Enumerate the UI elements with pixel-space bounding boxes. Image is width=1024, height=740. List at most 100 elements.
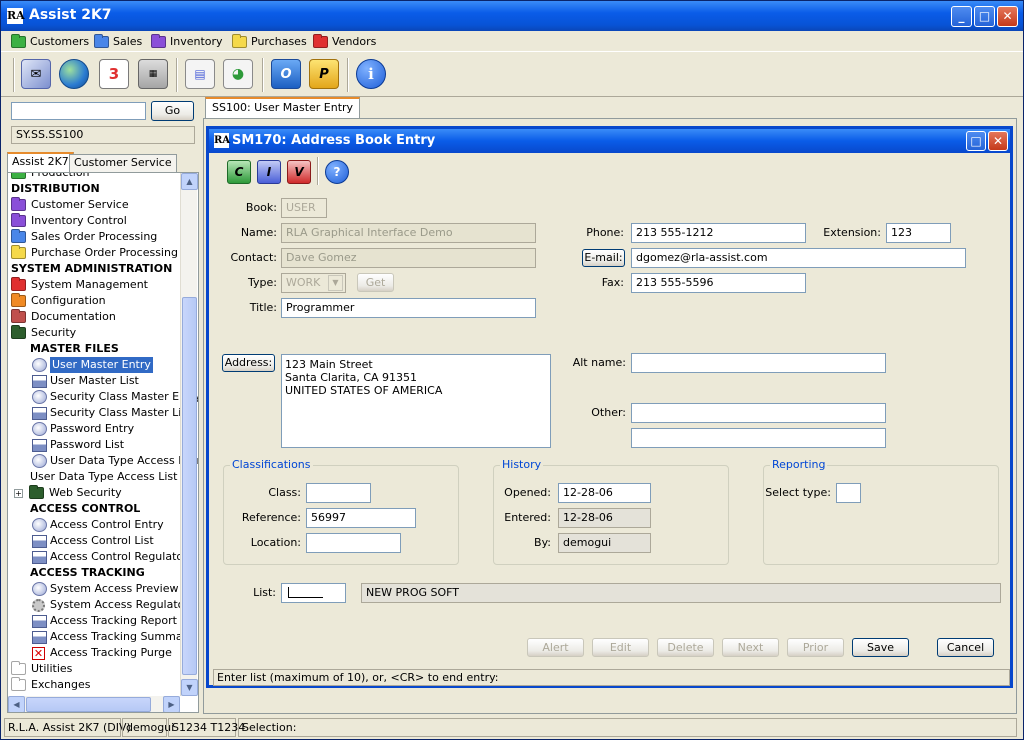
tree-vertical-scrollbar[interactable]: ▲ ▼: [180, 173, 198, 696]
tree-item[interactable]: Password List: [32, 437, 124, 453]
opened-field[interactable]: 12-28-06: [558, 483, 651, 503]
tree-item[interactable]: Access Tracking Summary: [32, 629, 194, 645]
maximize-button[interactable]: □: [974, 6, 995, 27]
tree-item[interactable]: + Web Security: [14, 485, 122, 501]
report-icon[interactable]: ◕: [223, 59, 253, 89]
toolbar-separator: [262, 58, 264, 92]
class-label: Class:: [268, 486, 301, 499]
menu-customers[interactable]: Customers: [11, 33, 89, 50]
calculator-icon[interactable]: ▦: [138, 59, 168, 89]
go-button[interactable]: Go: [151, 101, 194, 121]
tree-item[interactable]: Security Class Master List: [32, 405, 191, 421]
tree-item[interactable]: Security: [11, 325, 76, 341]
delete-button[interactable]: Delete: [657, 638, 714, 657]
dialog-maximize-button[interactable]: □: [966, 131, 986, 151]
phone-field[interactable]: 213 555-1212: [631, 223, 806, 243]
printer-icon: [32, 550, 47, 564]
tree-item[interactable]: User Master Entry: [32, 357, 153, 373]
fax-field[interactable]: 213 555-5596: [631, 273, 806, 293]
tree-item[interactable]: Access Tracking Report: [32, 613, 177, 629]
tree-item[interactable]: Security Class Master Entry: [32, 389, 198, 405]
save-button[interactable]: Save: [852, 638, 909, 657]
alert-button[interactable]: Alert: [527, 638, 584, 657]
outlook-icon[interactable]: O: [271, 59, 301, 89]
globe-icon[interactable]: [59, 59, 89, 89]
dialog-close-button[interactable]: ✕: [988, 131, 1008, 151]
tree-item-label: Access Control Regulator: [50, 550, 188, 563]
next-button[interactable]: Next: [722, 638, 779, 657]
alt-name-field[interactable]: [631, 353, 886, 373]
email-field[interactable]: dgomez@rla-assist.com: [631, 248, 966, 268]
v-tool-icon[interactable]: V: [287, 160, 311, 184]
tree-item[interactable]: Production: [11, 173, 90, 181]
contact-card-icon[interactable]: ▤: [185, 59, 215, 89]
c-tool-icon[interactable]: C: [227, 160, 251, 184]
tree-item[interactable]: System Management: [11, 277, 148, 293]
tab-user-master-entry[interactable]: SS100: User Master Entry: [205, 97, 361, 118]
tree-item[interactable]: User Master List: [32, 373, 139, 389]
tree-item[interactable]: Documentation: [11, 309, 116, 325]
close-button[interactable]: ✕: [997, 6, 1018, 27]
tree-item[interactable]: System Access Regulator: [32, 597, 189, 613]
i-tool-icon[interactable]: I: [257, 160, 281, 184]
tree-item[interactable]: Exchanges: [11, 677, 90, 693]
address-textarea[interactable]: 123 Main Street Santa Clarita, CA 91351 …: [281, 354, 551, 448]
tree-item[interactable]: Purchase Order Processing: [11, 245, 178, 261]
tree-item-label: Password List: [50, 438, 125, 451]
type-select[interactable]: WORK ▼: [281, 273, 346, 293]
tree-item[interactable]: Utilities: [11, 661, 72, 677]
tree-item[interactable]: Access Control Entry: [32, 517, 164, 533]
scroll-down-icon[interactable]: ▼: [181, 679, 198, 696]
menu-purchases[interactable]: Purchases: [232, 33, 307, 50]
publisher-icon[interactable]: P: [309, 59, 339, 89]
menu-sales[interactable]: Sales: [94, 33, 142, 50]
type-value: WORK: [286, 276, 321, 289]
tree-item[interactable]: User Data Type Access Entry: [32, 453, 198, 469]
prior-button[interactable]: Prior: [787, 638, 844, 657]
search-input[interactable]: [11, 102, 146, 120]
expand-icon[interactable]: +: [14, 488, 23, 498]
menu-vendors[interactable]: Vendors: [313, 33, 376, 50]
chevron-down-icon[interactable]: ▼: [328, 275, 343, 291]
tree-item[interactable]: ✕ Access Tracking Purge: [32, 645, 172, 661]
extension-field[interactable]: 123: [886, 223, 951, 243]
scroll-thumb[interactable]: [182, 297, 197, 675]
tree-horizontal-scrollbar[interactable]: ◀ ▶: [8, 696, 180, 712]
tree-item[interactable]: System Access Preview: [32, 581, 179, 597]
email-button[interactable]: E-mail:: [582, 249, 625, 267]
title-field[interactable]: Programmer: [281, 298, 536, 318]
menu-inventory[interactable]: Inventory: [151, 33, 223, 50]
edit-button[interactable]: Edit: [592, 638, 649, 657]
location-field[interactable]: [306, 533, 401, 553]
tree-item[interactable]: Password Entry: [32, 421, 134, 437]
tree-item[interactable]: Access Control Regulator: [32, 549, 188, 565]
scroll-right-icon[interactable]: ▶: [163, 696, 180, 712]
cancel-button[interactable]: Cancel: [937, 638, 994, 657]
horizontal-scroll-thumb[interactable]: [26, 697, 151, 712]
tab-assist-2k7[interactable]: Assist 2K7: [7, 152, 74, 172]
list-input[interactable]: [281, 583, 346, 603]
scroll-left-icon[interactable]: ◀: [8, 696, 25, 712]
tree-item[interactable]: Configuration: [11, 293, 106, 309]
tab-customer-service[interactable]: Customer Service: [69, 154, 177, 172]
help-icon[interactable]: ?: [325, 160, 349, 184]
tree-item[interactable]: Customer Service: [11, 197, 129, 213]
scroll-up-icon[interactable]: ▲: [181, 173, 198, 190]
address-button[interactable]: Address:: [222, 354, 275, 372]
info-icon[interactable]: i: [356, 59, 386, 89]
tree-item[interactable]: Inventory Control: [11, 213, 127, 229]
tree-item[interactable]: Access Control List: [32, 533, 154, 549]
left-tabs: Assist 2K7 Customer Service: [7, 152, 199, 172]
select-type-field[interactable]: [836, 483, 861, 503]
class-field[interactable]: [306, 483, 371, 503]
tree-item[interactable]: User Data Type Access List: [30, 469, 177, 485]
get-button[interactable]: Get: [357, 273, 394, 292]
reference-field[interactable]: 56997: [306, 508, 416, 528]
tree-item-label: ACCESS CONTROL: [30, 502, 141, 515]
mail-icon[interactable]: ✉: [21, 59, 51, 89]
tree-item[interactable]: Sales Order Processing: [11, 229, 157, 245]
other-field-1[interactable]: [631, 403, 886, 423]
minimize-button[interactable]: _: [951, 6, 972, 27]
other-field-2[interactable]: [631, 428, 886, 448]
calendar-icon[interactable]: 3: [99, 59, 129, 89]
